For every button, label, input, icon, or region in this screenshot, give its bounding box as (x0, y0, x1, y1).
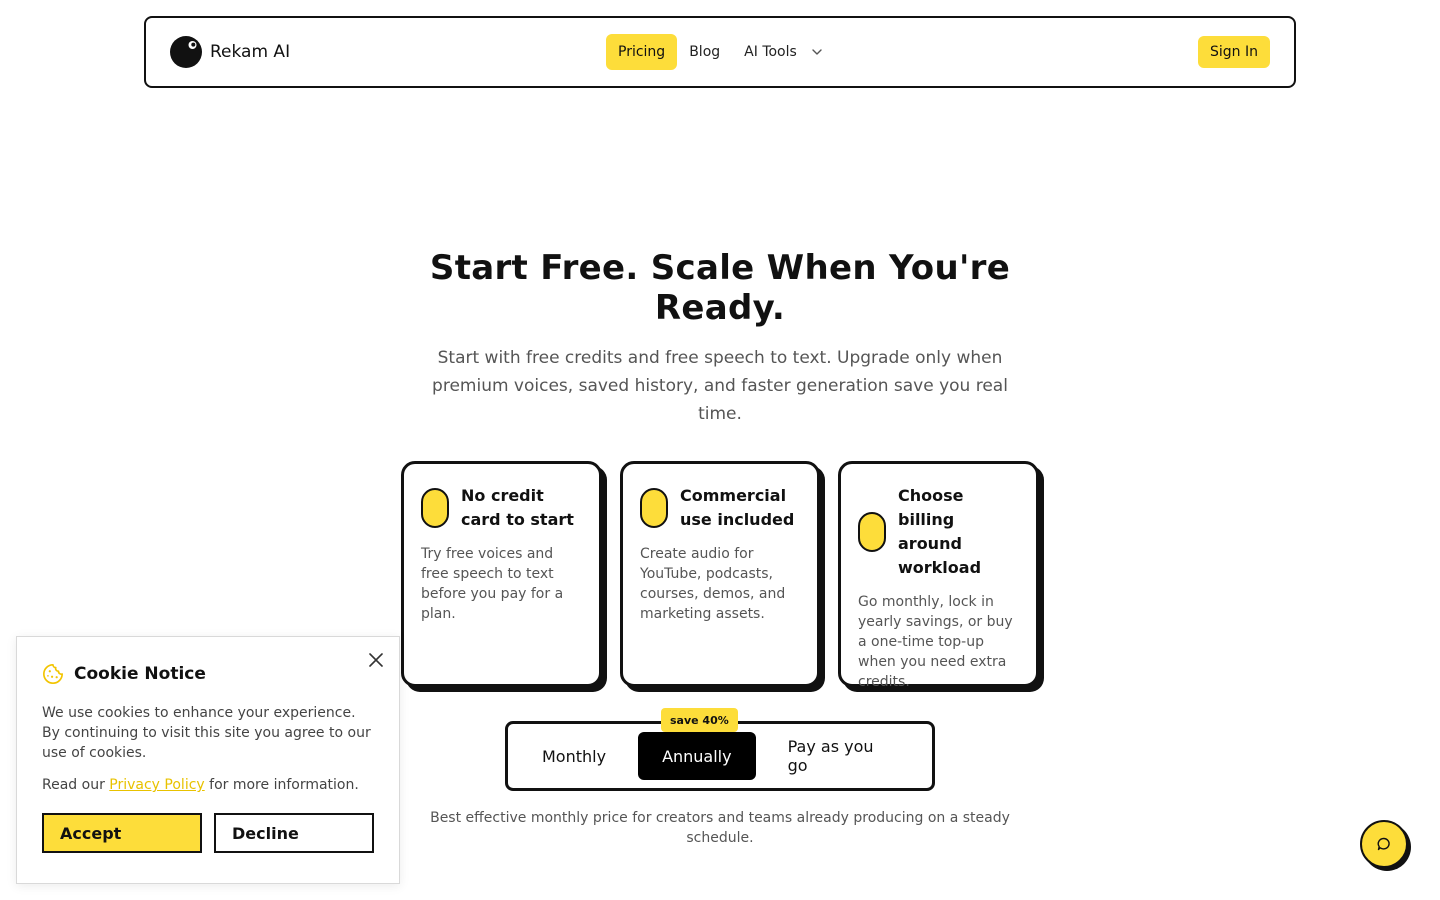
feature-card-commercial-use: Commercial use included Create audio for… (620, 461, 820, 687)
feature-pill-icon (858, 512, 886, 552)
feature-text: Try free voices and free speech to text … (421, 546, 564, 622)
cookie-notice: Cookie Notice We use cookies to enhance … (16, 636, 400, 884)
chat-bubble-icon (1377, 837, 1390, 851)
feature-title: Commercial use included (680, 486, 795, 529)
nav-links: Pricing Blog AI Tools (606, 34, 835, 70)
nav-item-blog[interactable]: Blog (677, 34, 732, 70)
feature-card-no-credit-card: No credit card to start Try free voices … (401, 461, 602, 687)
logo-icon (170, 36, 202, 68)
accept-button[interactable]: Accept (42, 813, 202, 853)
page-subtitle: Start with free credits and free speech … (432, 348, 1008, 424)
cookie-read-prefix: Read our (42, 777, 105, 793)
cookie-icon (43, 664, 63, 684)
page-title: Start Free. Scale When You're Ready. (429, 248, 1011, 328)
brand[interactable]: Rekam AI (170, 36, 290, 68)
cookie-read-line: Read our Privacy Policy for more informa… (42, 775, 374, 795)
nav-item-ai-tools-label: AI Tools (744, 44, 797, 60)
brand-name: Rekam AI (210, 42, 291, 62)
feature-title: No credit card to start (461, 486, 574, 529)
billing-option-monthly[interactable]: Monthly (518, 732, 630, 780)
feature-pill-icon (640, 488, 668, 528)
feature-pill-icon (421, 488, 449, 528)
feature-text: Go monthly, lock in yearly savings, or b… (858, 594, 1013, 690)
save-badge: save 40% (661, 708, 738, 732)
nav-item-pricing[interactable]: Pricing (606, 34, 678, 70)
nav-item-ai-tools[interactable]: AI Tools (732, 34, 835, 70)
privacy-policy-link[interactable]: Privacy Policy (109, 777, 204, 793)
chevron-down-icon (812, 49, 822, 55)
decline-button[interactable]: Decline (214, 813, 374, 853)
feature-title: Choose billing around workload (898, 486, 982, 577)
feature-card-billing: Choose billing around workload Go monthl… (838, 461, 1039, 690)
close-icon[interactable] (369, 653, 383, 667)
chat-button[interactable] (1360, 820, 1408, 868)
top-navbar: Rekam AI Pricing Blog AI Tools Sign In (144, 16, 1296, 88)
billing-option-annually[interactable]: Annually (638, 732, 756, 780)
sign-in-button[interactable]: Sign In (1198, 36, 1270, 68)
billing-note: Best effective monthly price for creator… (430, 810, 1010, 846)
cookie-text: We use cookies to enhance your experienc… (42, 705, 371, 761)
cookie-title: Cookie Notice (74, 664, 206, 684)
feature-text: Create audio for YouTube, podcasts, cour… (640, 546, 786, 622)
billing-option-pay-as-you-go[interactable]: Pay as you go (764, 732, 922, 780)
cookie-read-suffix: for more information. (209, 777, 359, 793)
